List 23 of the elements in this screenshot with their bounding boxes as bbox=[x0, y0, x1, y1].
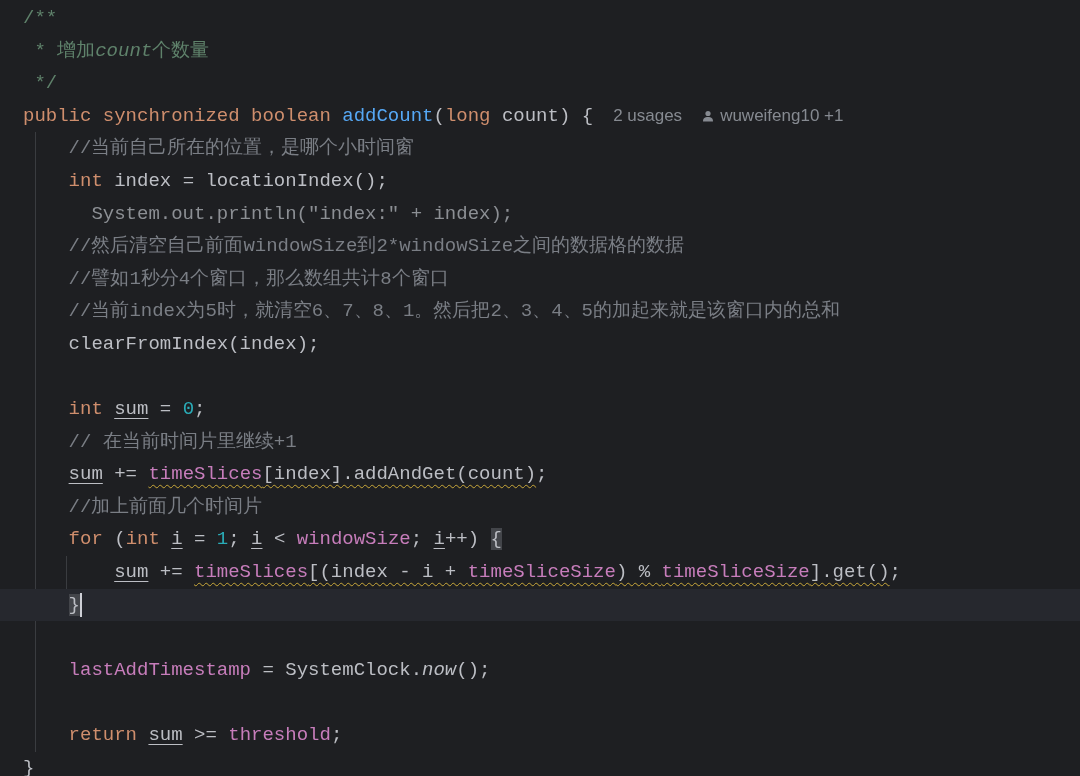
code-line: int index = locationIndex(); bbox=[68, 168, 388, 194]
code-line: //当前自己所在的位置，是哪个小时间窗 bbox=[68, 136, 415, 161]
code-line: public synchronized boolean addCount(long count) { bbox=[23, 103, 594, 129]
code-line: int sum = 0; bbox=[68, 397, 206, 422]
code-line: clearFromIndex(index); bbox=[68, 331, 320, 357]
code-line: //然后清空自己前面windowSize到2*windowSize之间的数据格的数据 bbox=[68, 234, 685, 259]
code-line: sum += timeSlices[(index - i + timeSliceSize) % timeSliceSize].get(); bbox=[114, 560, 901, 585]
code-line: */ bbox=[34, 71, 58, 96]
code-line: for (int i = 1; i < windowSize; i++) { bbox=[68, 527, 502, 553]
code-line: //譬如1秒分4个窗口，那么数组共计8个窗口 bbox=[68, 266, 449, 292]
code-line: * 增加count个数量 bbox=[34, 38, 210, 64]
code-line: /** bbox=[23, 5, 58, 31]
code-line: // 在当前时间片里继续+1 bbox=[68, 429, 297, 455]
code-line: System.out.println("index:" + index); bbox=[91, 201, 514, 227]
code-line: lastAddTimestamp = SystemClock.now(); bbox=[68, 657, 491, 683]
usages-hint[interactable]: 2 usages bbox=[613, 106, 683, 127]
code-line: //加上前面几个时间片 bbox=[68, 494, 263, 520]
code-line: //当前index为5时，就清空6、7、8、1。然后把2、3、4、5的加起来就是该窗口内的总和 bbox=[68, 299, 841, 324]
code-line: } bbox=[23, 755, 35, 776]
text-caret bbox=[80, 592, 82, 617]
person-icon bbox=[702, 110, 715, 123]
code-line: sum += timeSlices[index].addAndGet(count); bbox=[68, 462, 548, 487]
code-line: return sum >= threshold; bbox=[68, 723, 343, 748]
